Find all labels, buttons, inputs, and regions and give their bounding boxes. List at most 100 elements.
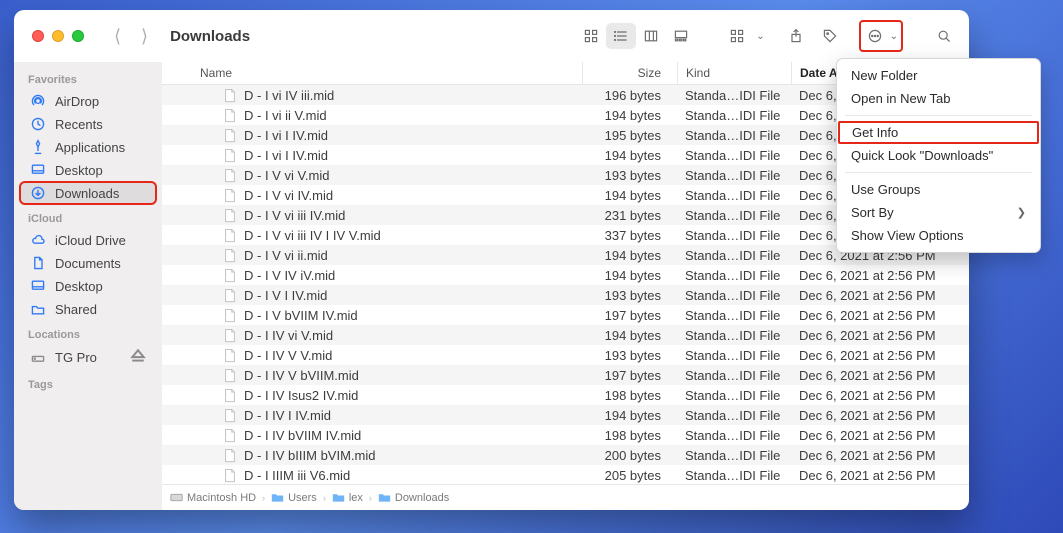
file-row[interactable]: D - I V IV iV.mid194 bytesStanda…IDI Fil… (162, 265, 969, 285)
sidebar-item-applications[interactable]: Applications (20, 136, 156, 158)
path-segment[interactable]: Macintosh HD (170, 491, 256, 504)
view-list[interactable] (606, 23, 636, 49)
sidebar-item-documents[interactable]: Documents (20, 252, 156, 274)
sidebar-item-tg-pro[interactable]: TG Pro (20, 345, 156, 370)
sidebar-item-label: Documents (55, 256, 121, 271)
path-segment[interactable]: lex (332, 491, 363, 504)
file-date: Dec 6, 2021 at 2:56 PM (791, 288, 969, 303)
sidebar-item-label: iCloud Drive (55, 233, 126, 248)
view-icon-grid[interactable] (576, 23, 606, 49)
file-name: D - I V I IV.mid (244, 288, 582, 303)
sidebar-item-downloads[interactable]: Downloads (20, 182, 156, 204)
file-size: 193 bytes (582, 348, 677, 363)
sidebar-item-recents[interactable]: Recents (20, 113, 156, 135)
more-actions-button[interactable] (864, 23, 886, 49)
window-title: Downloads (170, 28, 250, 45)
chevron-down-icon: ⌄ (756, 31, 764, 42)
file-name: D - I V IV iV.mid (244, 268, 582, 283)
menu-item-use-groups[interactable]: Use Groups (837, 178, 1040, 201)
back-button[interactable]: ⟨ (114, 26, 121, 47)
file-row[interactable]: D - I IV vi V.mid194 bytesStanda…IDI Fil… (162, 325, 969, 345)
menu-item-show-view-options[interactable]: Show View Options (837, 224, 1040, 247)
traffic-lights (32, 30, 84, 42)
file-row[interactable]: D - I IV I IV.mid194 bytesStanda…IDI Fil… (162, 405, 969, 425)
chevron-right-icon: ❯ (1017, 206, 1026, 219)
file-row[interactable]: D - I V I IV.mid193 bytesStanda…IDI File… (162, 285, 969, 305)
file-size: 194 bytes (582, 328, 677, 343)
sidebar-item-desktop[interactable]: Desktop (20, 275, 156, 297)
menu-item-sort-by[interactable]: Sort By❯ (837, 201, 1040, 224)
file-kind: Standa…IDI File (677, 388, 791, 403)
sidebar: FavoritesAirDrop Recents Applications Deskt… (14, 62, 162, 510)
file-size: 198 bytes (582, 428, 677, 443)
menu-item-get-info[interactable]: Get Info (838, 121, 1039, 144)
file-size: 197 bytes (582, 308, 677, 323)
path-separator: › (323, 493, 326, 503)
path-segment[interactable]: Downloads (378, 491, 449, 504)
toolbar: ⌄ ⌄ (576, 20, 959, 52)
file-row[interactable]: D - I IV Isus2 IV.mid198 bytesStanda…IDI… (162, 385, 969, 405)
finder-window: ⟨ ⟩ Downloads ⌄ ⌄ Fa (14, 10, 969, 510)
tags-button[interactable] (815, 23, 845, 49)
file-date: Dec 6, 2021 at 2:56 PM (791, 268, 969, 283)
sidebar-heading: Locations (14, 321, 162, 344)
file-kind: Standa…IDI File (677, 448, 791, 463)
menu-item-new-folder[interactable]: New Folder (837, 64, 1040, 87)
file-row[interactable]: D - I V bVIIM IV.mid197 bytesStanda…IDI … (162, 305, 969, 325)
sidebar-item-shared[interactable]: Shared (20, 298, 156, 320)
close-button[interactable] (32, 30, 44, 42)
file-name: D - I IV V V.mid (244, 348, 582, 363)
file-icon (222, 307, 238, 323)
file-icon (222, 387, 238, 403)
share-button[interactable] (781, 23, 811, 49)
sidebar-item-label: Desktop (55, 163, 103, 178)
file-icon (222, 227, 238, 243)
eject-icon[interactable] (130, 348, 146, 367)
file-kind: Standa…IDI File (677, 308, 791, 323)
file-date: Dec 6, 2021 at 2:56 PM (791, 308, 969, 323)
sidebar-item-desktop[interactable]: Desktop (20, 159, 156, 181)
file-size: 193 bytes (582, 288, 677, 303)
file-row[interactable]: D - I IV V bVIIM.mid197 bytesStanda…IDI … (162, 365, 969, 385)
file-size: 194 bytes (582, 248, 677, 263)
file-row[interactable]: D - I IV bVIIM IV.mid198 bytesStanda…IDI… (162, 425, 969, 445)
sidebar-item-label: Recents (55, 117, 103, 132)
group-by-button[interactable] (722, 23, 752, 49)
sidebar-heading: Tags (14, 371, 162, 394)
file-name: D - I IIIM iii V6.mid (244, 468, 582, 483)
file-icon (222, 207, 238, 223)
file-name: D - I IV bIIIM bVIM.mid (244, 448, 582, 463)
zoom-button[interactable] (72, 30, 84, 42)
file-kind: Standa…IDI File (677, 348, 791, 363)
menu-item-quick-look-downloads-[interactable]: Quick Look "Downloads" (837, 144, 1040, 167)
forward-button[interactable]: ⟩ (141, 26, 148, 47)
view-columns[interactable] (636, 23, 666, 49)
file-icon (222, 447, 238, 463)
file-icon (222, 107, 238, 123)
col-kind[interactable]: Kind (677, 62, 791, 84)
sidebar-item-icloud-drive[interactable]: iCloud Drive (20, 229, 156, 251)
sidebar-heading: Favorites (14, 66, 162, 89)
file-size: 337 bytes (582, 228, 677, 243)
file-row[interactable]: D - I IV bIIIM bVIM.mid200 bytesStanda…I… (162, 445, 969, 465)
col-size[interactable]: Size (582, 62, 677, 84)
sidebar-item-airdrop[interactable]: AirDrop (20, 90, 156, 112)
file-name: D - I vi IV iii.mid (244, 88, 582, 103)
menu-separator (845, 115, 1032, 116)
file-row[interactable]: D - I IV V V.mid193 bytesStanda…IDI File… (162, 345, 969, 365)
context-menu: New FolderOpen in New Tab Get InfoQuick L… (836, 58, 1041, 253)
file-name: D - I IV Isus2 IV.mid (244, 388, 582, 403)
minimize-button[interactable] (52, 30, 64, 42)
file-name: D - I vi I IV.mid (244, 148, 582, 163)
file-kind: Standa…IDI File (677, 148, 791, 163)
file-kind: Standa…IDI File (677, 188, 791, 203)
file-name: D - I V vi IV.mid (244, 188, 582, 203)
search-button[interactable] (929, 23, 959, 49)
view-gallery[interactable] (666, 23, 696, 49)
col-name[interactable]: Name (200, 66, 582, 80)
file-date: Dec 6, 2021 at 2:56 PM (791, 448, 969, 463)
menu-item-open-in-new-tab[interactable]: Open in New Tab (837, 87, 1040, 110)
file-row[interactable]: D - I IIIM iii V6.mid205 bytesStanda…IDI… (162, 465, 969, 484)
sidebar-item-label: Desktop (55, 279, 103, 294)
path-segment[interactable]: Users (271, 491, 317, 504)
